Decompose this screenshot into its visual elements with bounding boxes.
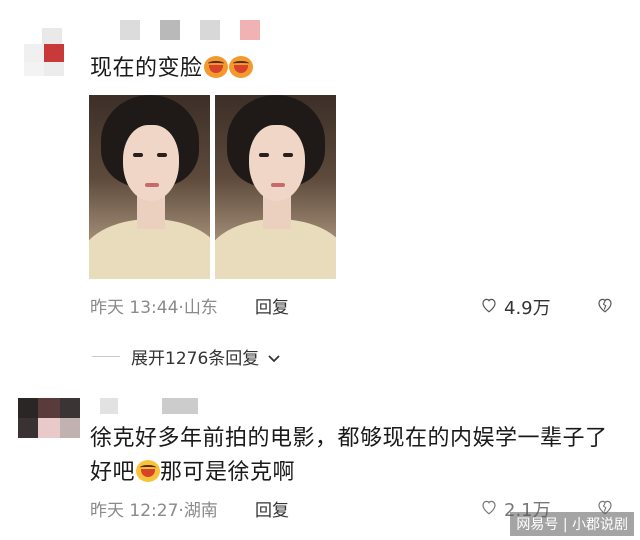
broken-heart-icon[interactable] [596, 296, 614, 314]
heart-icon[interactable] [480, 498, 498, 516]
laughing-crying-emoji [203, 56, 228, 78]
actor-photo-left [89, 95, 210, 279]
reply-button[interactable]: 回复 [255, 293, 289, 318]
watermark: 网易号 | 小郡说剧 [510, 512, 634, 536]
comment-text: 徐克好多年前拍的电影，都够现在的内娱学一辈子了 [90, 426, 608, 451]
heart-icon[interactable] [480, 296, 498, 314]
username-redacted[interactable] [100, 398, 210, 418]
comment-image[interactable] [89, 95, 336, 279]
avatar[interactable] [22, 24, 80, 76]
comment-meta: 昨天 12:27·湖南 [90, 501, 218, 521]
laughing-emoji [136, 460, 161, 482]
like-count: 4.9万 [504, 298, 551, 319]
avatar[interactable] [18, 398, 80, 442]
username-redacted[interactable] [120, 20, 270, 40]
actor-photo-right [215, 95, 336, 279]
comment-text: 现在的变脸 [90, 52, 253, 86]
laughing-crying-emoji [228, 56, 253, 78]
chevron-down-icon [268, 355, 280, 363]
expand-replies-button[interactable]: 展开1276条回复 [131, 344, 281, 369]
expand-divider [92, 356, 120, 357]
comment-text-line2: 好吧 那可是徐克啊 [90, 460, 296, 485]
comment-meta: 昨天 13:44·山东 [90, 298, 218, 318]
reply-button[interactable]: 回复 [255, 496, 289, 521]
